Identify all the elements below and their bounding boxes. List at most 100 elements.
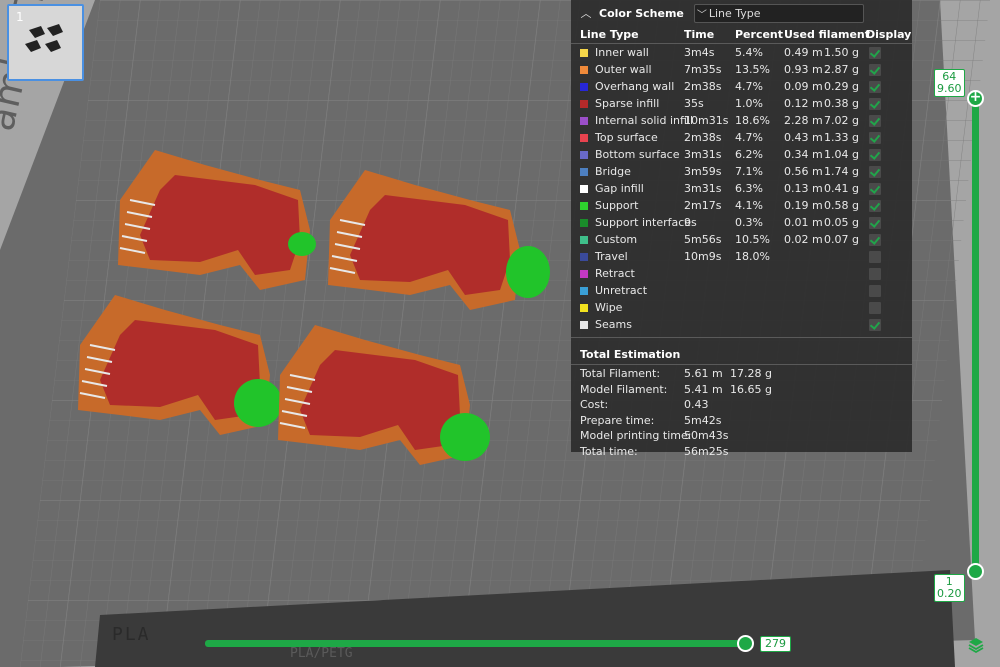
legend-row: Wipe [571,299,912,316]
color-swatch [580,150,588,159]
legend-item: Retract [580,267,635,280]
legend-row: Retract [571,265,912,282]
line-type-meters: 0.93 m [784,63,823,76]
legend-item: Wipe [580,301,622,314]
line-type-name: Outer wall [595,63,652,76]
total-value: 5m42s [684,413,722,427]
total-label: Cost: [580,398,609,411]
line-type-meters: 0.34 m [784,148,823,161]
line-type-meters: 0.01 m [784,216,823,229]
chevron-up-icon[interactable]: ︿ [579,6,593,20]
display-checkbox[interactable] [869,115,881,127]
color-swatch [580,167,588,176]
move-slider-handle[interactable] [737,635,754,652]
legend-item: Sparse infill [580,97,659,110]
line-type-meters: 2.28 m [784,114,823,127]
line-type-name: Support interface [595,216,692,229]
color-scheme-select[interactable]: ﹀ Line Type [693,3,864,23]
line-type-grams: 0.05 g [824,216,859,229]
line-type-percent: 13.5% [735,63,770,76]
col-line-type: Line Type [580,28,639,41]
display-checkbox[interactable] [869,183,881,195]
line-type-percent: 18.6% [735,114,770,127]
line-type-name: Internal solid infill [595,114,694,127]
layer-slider-track[interactable] [972,96,979,572]
display-checkbox[interactable] [869,64,881,76]
total-value-secondary: 17.28 g [730,367,772,380]
legend-item: Support interface [580,216,691,229]
line-type-time: 10m9s [684,250,722,263]
line-type-grams: 0.07 g [824,233,859,246]
line-type-grams: 0.58 g [824,199,859,212]
layer-bottom-height: 0.20 [937,587,962,600]
line-type-time: 2m17s [684,199,722,212]
color-swatch [580,82,588,91]
layer-slider-bottom-handle[interactable] [967,563,984,580]
display-checkbox[interactable] [869,132,881,144]
line-type-grams: 0.41 g [824,182,859,195]
plus-icon[interactable]: + [967,90,984,107]
display-checkbox[interactable] [869,217,881,229]
legend-item: Inner wall [580,46,649,59]
move-slider-track[interactable] [205,640,750,647]
display-checkbox[interactable] [869,149,881,161]
color-swatch [580,252,588,261]
legend-row: Internal solid infill 10m31s 18.6% 2.28 m 7.… [571,112,912,129]
total-value: 56m25s [684,444,729,458]
legend-row: Support interface 9s 0.3% 0.01 m 0.05 g [571,214,912,231]
total-row: Total time: 56m25s [571,445,912,461]
line-type-time: 2m38s [684,80,722,93]
line-type-percent: 6.3% [735,182,763,195]
color-swatch [580,133,588,142]
total-estimation-title: Total Estimation [580,347,681,361]
display-checkbox[interactable] [869,98,881,110]
display-checkbox[interactable] [869,47,881,59]
line-type-percent: 7.1% [735,165,763,178]
color-scheme-value: Line Type [708,6,761,20]
display-checkbox[interactable] [869,302,881,314]
total-value: 5.41 m [684,382,723,396]
color-scheme-title: Color Scheme [599,6,684,20]
col-used-filament: Used filament [784,28,871,41]
display-checkbox[interactable] [869,234,881,246]
line-type-name: Support [595,199,639,212]
total-row: Cost: 0.43 [571,398,912,414]
line-type-grams: 1.74 g [824,165,859,178]
plate-bottom-text: PLA/PETG [290,646,353,661]
color-swatch [580,65,588,74]
total-row: Total Filament: 5.61 m 17.28 g [571,367,912,383]
display-checkbox[interactable] [869,81,881,93]
total-value: 0.43 [684,398,709,411]
legend-item: Unretract [580,284,647,297]
line-type-meters: 0.19 m [784,199,823,212]
line-type-meters: 0.43 m [784,131,823,144]
line-type-meters: 0.02 m [784,233,823,246]
layers-icon[interactable] [967,636,985,654]
line-type-percent: 10.5% [735,233,770,246]
legend-item: Travel [580,250,628,263]
display-checkbox[interactable] [869,251,881,263]
line-type-time: 9s [684,216,697,229]
legend-item: Bottom surface [580,148,680,161]
col-percent: Percent [735,28,784,41]
line-type-name: Top surface [595,131,658,144]
line-type-percent: 18.0% [735,250,770,263]
line-type-name: Custom [595,233,638,246]
color-swatch [580,201,588,210]
total-label: Model Filament: [580,382,668,396]
line-type-grams: 1.50 g [824,46,859,59]
color-swatch [580,286,588,295]
display-checkbox[interactable] [869,319,881,331]
display-checkbox[interactable] [869,285,881,297]
layer-top-height: 9.60 [937,82,962,95]
line-type-time: 3m59s [684,165,722,178]
display-checkbox[interactable] [869,200,881,212]
legend-rows: Inner wall 3m4s 5.4% 0.49 m 1.50 g Outer wall… [571,44,912,333]
display-checkbox[interactable] [869,166,881,178]
line-type-name: Unretract [595,284,648,297]
plate-thumbnail[interactable]: 1 [7,4,84,81]
total-label: Total Filament: [580,367,661,380]
display-checkbox[interactable] [869,268,881,280]
line-type-time: 2m38s [684,131,722,144]
legend-item: Top surface [580,131,658,144]
